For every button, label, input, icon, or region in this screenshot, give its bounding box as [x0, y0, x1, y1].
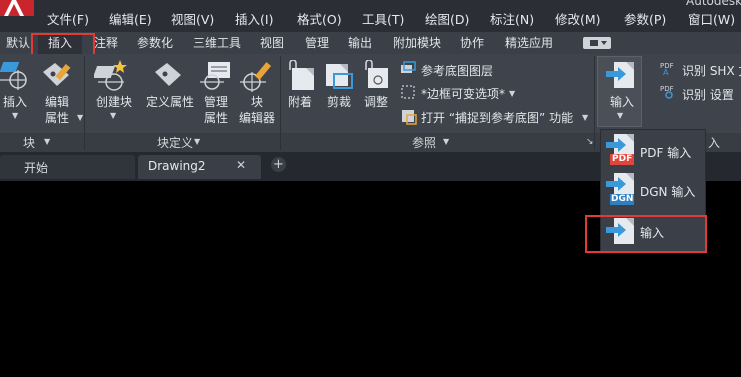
edit-attribute-dropdown-icon[interactable]: ▼ [77, 113, 83, 122]
tab-default[interactable]: 默认 [6, 32, 30, 54]
create-block-icon[interactable] [92, 58, 130, 97]
underlay-layers-icon[interactable] [400, 61, 416, 80]
edit-attribute-label-1[interactable]: 编辑 [45, 95, 69, 110]
create-block-dropdown-icon[interactable]: ▼ [110, 111, 116, 120]
panel-separator [84, 56, 85, 150]
tab-parametric[interactable]: 参数化 [137, 32, 173, 54]
clip-icon[interactable] [324, 62, 356, 95]
ribbon-options-icon[interactable] [583, 37, 611, 49]
insert-block-icon[interactable] [0, 60, 30, 95]
attach-icon[interactable] [286, 59, 316, 95]
window-title: Autodesk [686, 0, 741, 8]
reference-panel-launcher-icon[interactable]: ↘ [586, 137, 594, 147]
close-tab-icon[interactable]: ✕ [236, 158, 246, 172]
block-panel-title[interactable]: 块 [23, 134, 35, 151]
create-block-label[interactable]: 创建块 [96, 95, 132, 110]
import-panel-title[interactable]: 入 [708, 134, 720, 151]
snap-underlay-icon[interactable] [400, 107, 418, 128]
snap-underlay-dropdown-icon[interactable]: ▼ [582, 113, 588, 122]
import-icon[interactable] [606, 60, 636, 93]
block-editor-label-1[interactable]: 块 [251, 95, 263, 110]
svg-text:A: A [663, 68, 669, 76]
edit-attribute-label-2[interactable]: 属性 [45, 111, 69, 126]
recognize-shx-icon[interactable]: PDF A [660, 60, 676, 79]
menu-draw[interactable]: 绘图(D) [425, 11, 469, 29]
dgn-tag: DGN [611, 194, 634, 204]
recognize-shx-label[interactable]: 识别 SHX 文 [682, 62, 741, 79]
tab-output[interactable]: 输出 [348, 32, 372, 54]
snap-underlay-option[interactable]: 打开 “捕捉到参考底图” 功能 [421, 109, 573, 126]
clip-label[interactable]: 剪裁 [327, 95, 351, 110]
tab-manage[interactable]: 管理 [305, 32, 329, 54]
manage-attributes-icon[interactable] [200, 60, 234, 95]
define-attribute-icon[interactable] [152, 60, 186, 95]
app-logo-icon[interactable] [0, 0, 34, 16]
recognize-settings-icon[interactable]: PDF [660, 83, 676, 102]
menu-window[interactable]: 窗口(W) [688, 11, 735, 29]
attach-label[interactable]: 附着 [288, 95, 312, 110]
reference-panel-title[interactable]: 参照 [412, 134, 436, 151]
import-item-highlight [585, 215, 707, 253]
block-editor-icon[interactable] [240, 60, 274, 97]
reference-panel-expand-icon[interactable]: ▼ [443, 137, 449, 146]
tab-3d-tools[interactable]: 三维工具 [193, 32, 241, 54]
frame-variable-dropdown-icon[interactable]: ▼ [509, 89, 515, 98]
menu-view[interactable]: 视图(V) [171, 11, 214, 29]
frame-variable-option[interactable]: *边框可变选项* [421, 85, 505, 102]
panel-separator [594, 56, 595, 150]
frame-variable-icon[interactable] [400, 84, 416, 103]
file-tab-drawing2-label[interactable]: Drawing2 [148, 159, 206, 173]
tab-featured-apps[interactable]: 精选应用 [505, 32, 553, 54]
define-attribute-label[interactable]: 定义属性 [146, 95, 194, 110]
menu-insert[interactable]: 插入(I) [235, 11, 273, 29]
manage-attributes-label-2[interactable]: 属性 [204, 111, 228, 126]
block-editor-label-2[interactable]: 编辑器 [239, 111, 275, 126]
insert-dropdown-arrow-icon[interactable]: ▼ [12, 111, 18, 120]
block-definition-panel-title[interactable]: 块定义 [157, 134, 193, 151]
new-tab-icon[interactable]: + [271, 157, 286, 172]
svg-text:PDF: PDF [660, 85, 674, 93]
manage-attributes-label-1[interactable]: 管理 [204, 95, 228, 110]
block-definition-expand-icon[interactable]: ▼ [194, 137, 200, 146]
panel-separator [280, 56, 281, 150]
tab-annotate[interactable]: 注释 [94, 32, 118, 54]
tab-view[interactable]: 视图 [260, 32, 284, 54]
block-panel-expand-icon[interactable]: ▼ [44, 137, 50, 146]
menu-dimension[interactable]: 标注(N) [490, 11, 534, 29]
dgn-import-icon[interactable] [606, 173, 636, 210]
menu-file[interactable]: 文件(F) [47, 11, 89, 29]
import-label[interactable]: 输入 [610, 95, 634, 110]
tab-collaborate[interactable]: 协作 [460, 32, 484, 54]
file-tab-start-label[interactable]: 开始 [24, 159, 48, 176]
recognize-settings-label[interactable]: 识别 设置 [682, 86, 734, 103]
file-tab-start[interactable] [0, 155, 135, 179]
pdf-import-item[interactable]: PDF 输入 [640, 144, 691, 161]
menu-tools[interactable]: 工具(T) [362, 11, 404, 29]
menu-format[interactable]: 格式(O) [297, 11, 342, 29]
adjust-label[interactable]: 调整 [364, 95, 388, 110]
insert-block-label[interactable]: 插入 [3, 95, 27, 110]
menu-modify[interactable]: 修改(M) [555, 11, 601, 29]
import-dropdown-icon[interactable]: ▼ [617, 111, 623, 120]
menu-edit[interactable]: 编辑(E) [109, 11, 152, 29]
menu-parametric[interactable]: 参数(P) [624, 11, 666, 29]
tab-addins[interactable]: 附加模块 [393, 32, 441, 54]
underlay-layers-label[interactable]: 参考底图图层 [421, 62, 493, 79]
edit-attribute-icon[interactable] [40, 60, 74, 97]
adjust-icon[interactable] [362, 59, 394, 95]
pdf-tag: PDF [612, 154, 633, 164]
dgn-import-item[interactable]: DGN 输入 [640, 183, 695, 200]
